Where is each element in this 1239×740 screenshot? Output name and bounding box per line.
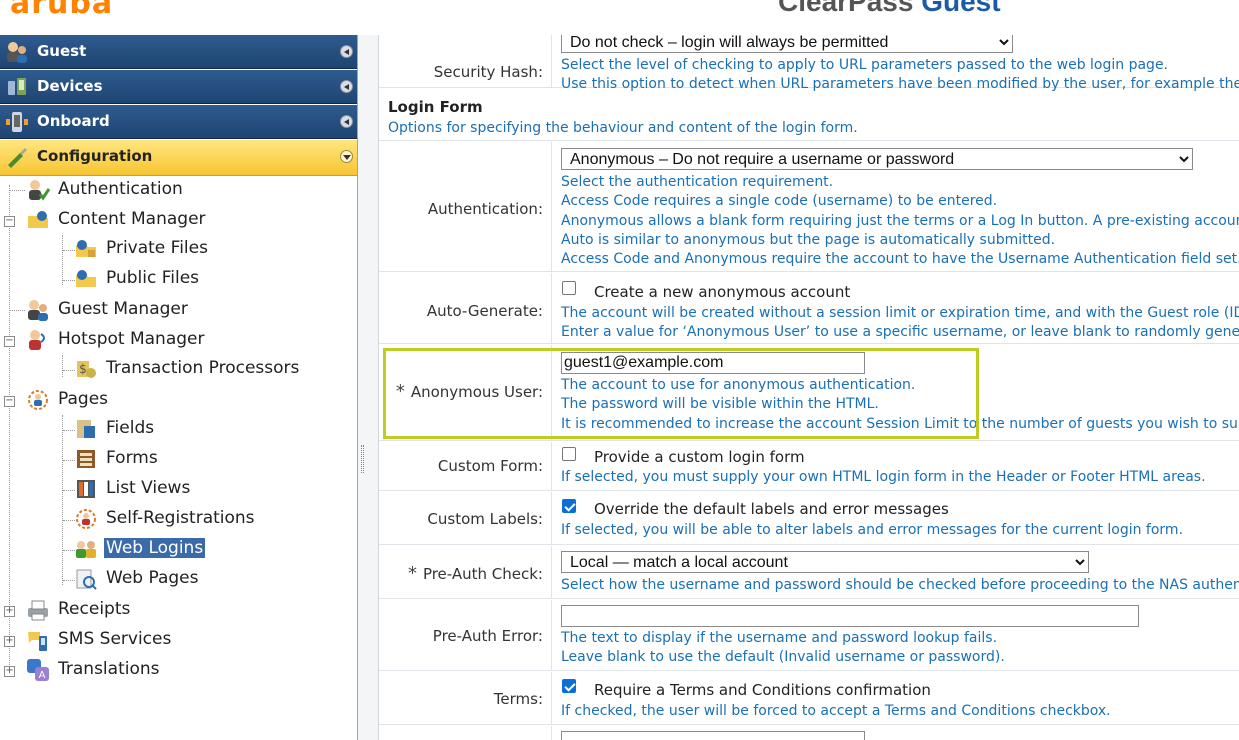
terms-checkbox[interactable] [562, 679, 576, 693]
pre-auth-check-help: Select how the username and password sho… [561, 577, 1239, 593]
section-subtitle: Options for specifying the behaviour and… [388, 120, 858, 136]
web-login-form: Security Hash: Do not check – login will… [378, 35, 1239, 740]
top-header: aruba ClearPass Guest [0, 0, 1239, 35]
required-marker: * [395, 381, 405, 402]
receipts-icon [28, 600, 48, 621]
onboard-icon [6, 112, 28, 132]
guest-icon [7, 42, 27, 63]
required-marker: * [407, 563, 417, 584]
custom-labels-label: Custom Labels: [427, 510, 543, 528]
auto-generate-checkbox-label: Create a new anonymous account [594, 283, 851, 301]
row-anonymous-user: * Anonymous User: The account to use for … [379, 345, 1239, 441]
public-files-icon [76, 270, 96, 287]
web-logins-icon [76, 541, 96, 558]
splitter-grip[interactable] [361, 445, 364, 473]
nav-section-onboard[interactable]: Onboard [0, 105, 357, 139]
row-auto-generate: Auto-Generate: Create a new anonymous ac… [379, 273, 1239, 344]
hotspot-manager-icon [29, 330, 45, 350]
terms-help: If checked, the user will be forced to a… [561, 703, 1111, 719]
collapse-arrow-icon[interactable] [340, 80, 353, 93]
authentication-select[interactable]: Anonymous – Do not require a username or… [561, 148, 1193, 170]
pre-auth-error-label: Pre-Auth Error: [432, 627, 543, 645]
collapse-toggle[interactable]: − [4, 336, 15, 347]
expand-toggle[interactable]: + [4, 606, 15, 617]
collapse-toggle[interactable]: − [4, 216, 15, 227]
authentication-label: Authentication: [427, 200, 543, 218]
private-files-icon [76, 240, 96, 257]
row-terms: Terms: Require a Terms and Conditions co… [379, 672, 1239, 725]
section-title: Login Form [388, 98, 483, 116]
authentication-help-1: Select the authentication requirement. [561, 174, 834, 190]
row-custom-form: Custom Form: Provide a custom login form… [379, 442, 1239, 491]
collapse-arrow-icon[interactable] [340, 115, 353, 128]
row-next-partial [379, 726, 1239, 740]
nav-section-devices[interactable]: Devices [0, 70, 357, 104]
authentication-help-3: Anonymous allows a blank form requiring … [561, 212, 1239, 229]
row-security-hash: Security Hash: Do not check – login will… [379, 35, 1239, 92]
collapse-arrow-icon[interactable] [340, 45, 353, 58]
anonymous-user-help-3: It is recommended to increase the accoun… [561, 415, 1239, 432]
sidebar-splitter[interactable] [358, 35, 378, 740]
login-form-section-header: Login Form Options for specifying the be… [379, 89, 1239, 141]
configuration-icon [8, 148, 27, 168]
terms-label: Terms: [493, 690, 543, 708]
anonymous-user-help-2: The password will be visible within the … [561, 396, 879, 413]
guest-manager-icon [28, 300, 48, 321]
auto-generate-label: Auto-Generate: [426, 302, 543, 320]
custom-form-label: Custom Form: [437, 457, 543, 475]
custom-form-checkbox-label: Provide a custom login form [594, 448, 805, 466]
pages-icon [28, 390, 48, 410]
translations-icon: A [27, 659, 49, 681]
expand-toggle[interactable]: + [4, 666, 15, 677]
sidebar-nav: Guest Devices Onboard Configuration − − … [0, 35, 358, 740]
web-pages-icon [76, 569, 97, 590]
anonymous-user-input[interactable] [561, 352, 865, 374]
row-authentication: Authentication: Anonymous – Do not requi… [379, 142, 1239, 272]
row-pre-auth-error: Pre-Auth Error: The text to display if t… [379, 600, 1239, 671]
expand-arrow-icon[interactable] [340, 150, 353, 163]
content-manager-icon [28, 211, 48, 228]
authentication-help-2: Access Code requires a single code (user… [561, 193, 998, 210]
row-pre-auth-check: * Pre-Auth Check: Local — match a local a… [379, 546, 1239, 599]
terms-checkbox-label: Require a Terms and Conditions confirmat… [594, 681, 931, 699]
security-hash-help-1: Select the level of checking to apply to… [561, 57, 1169, 73]
svg-text:A: A [39, 670, 46, 681]
transaction-processors-icon: $ [77, 361, 96, 378]
security-hash-label: Security Hash: [433, 63, 543, 81]
next-field-input[interactable] [561, 731, 865, 740]
list-views-icon [77, 480, 95, 498]
collapse-toggle[interactable]: − [4, 396, 15, 407]
custom-form-help: If selected, you must supply your own HT… [561, 469, 1206, 485]
aruba-logo: aruba [10, 0, 114, 21]
pre-auth-error-input[interactable] [561, 605, 1139, 627]
fields-icon [77, 420, 95, 438]
authentication-help-4: Auto is similar to anonymous but the pag… [561, 231, 1056, 248]
expand-toggle[interactable]: + [4, 636, 15, 647]
devices-icon [8, 78, 26, 95]
forms-icon [77, 450, 95, 468]
anonymous-user-help-1: The account to use for anonymous authent… [561, 377, 916, 393]
anonymous-user-label: Anonymous User: [410, 383, 543, 401]
svg-text:$: $ [79, 362, 87, 376]
product-title: ClearPass Guest [778, 0, 1001, 17]
auto-generate-checkbox[interactable] [562, 281, 576, 295]
custom-labels-checkbox-label: Override the default labels and error me… [594, 500, 949, 518]
authentication-help-5: Access Code and Anonymous require the ac… [561, 251, 1239, 268]
security-hash-select[interactable]: Do not check – login will always be perm… [561, 35, 1013, 53]
custom-form-checkbox[interactable] [562, 447, 576, 461]
nav-section-guest[interactable]: Guest [0, 35, 357, 69]
sms-services-icon [28, 632, 47, 651]
auto-generate-help-1: The account will be created without a se… [561, 305, 1239, 321]
custom-labels-help: If selected, you will be able to alter l… [561, 522, 1184, 538]
pre-auth-error-help-1: The text to display if the username and … [561, 630, 998, 646]
auto-generate-help-2: Enter a value for ‘Anonymous User’ to us… [561, 324, 1239, 341]
authentication-icon [29, 180, 50, 201]
self-registrations-icon [76, 509, 96, 529]
nav-section-configuration[interactable]: Configuration [0, 140, 357, 176]
pre-auth-check-label: Pre-Auth Check: [422, 565, 543, 583]
pre-auth-check-select[interactable]: Local — match a local account [561, 551, 1089, 573]
pre-auth-error-help-2: Leave blank to use the default (Invalid … [561, 649, 1005, 666]
row-custom-labels: Custom Labels: Override the default labe… [379, 492, 1239, 545]
custom-labels-checkbox[interactable] [562, 499, 576, 513]
